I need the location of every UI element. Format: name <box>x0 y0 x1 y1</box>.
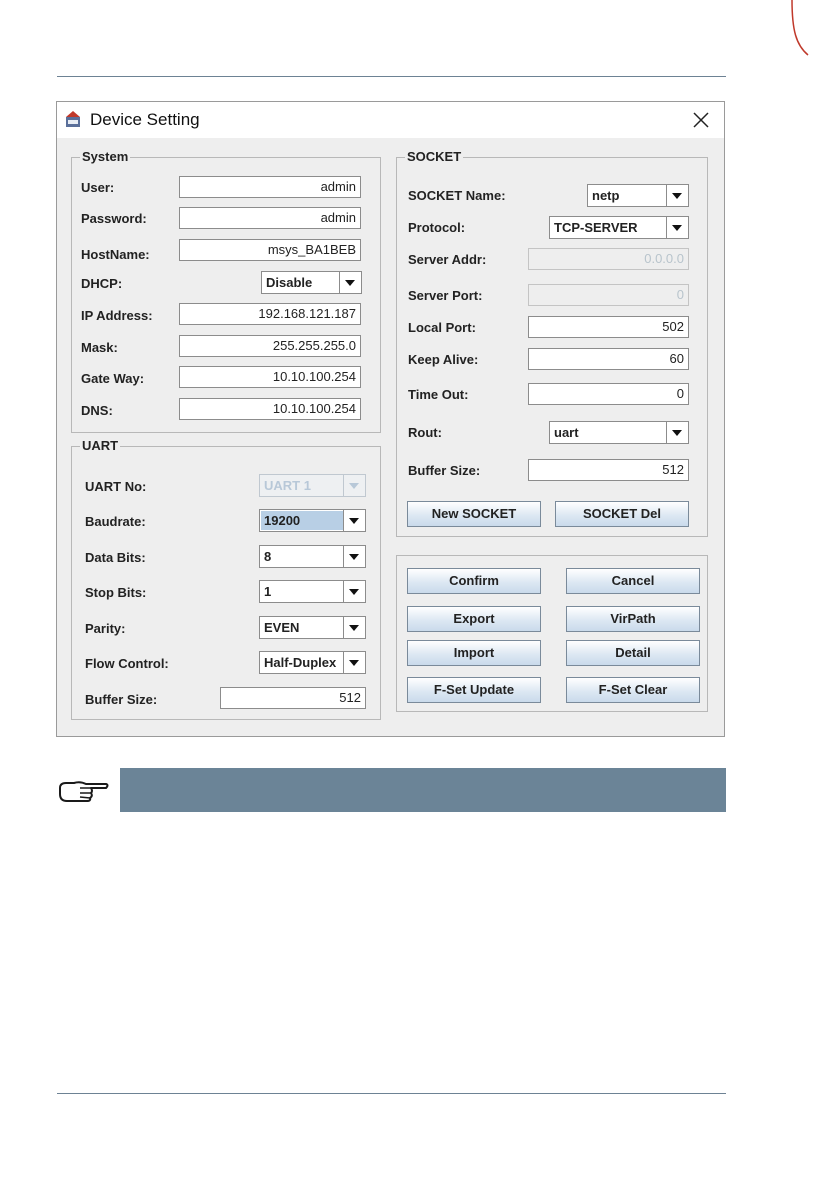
data-bits-select[interactable]: 8 <box>259 545 366 568</box>
chevron-down-icon[interactable] <box>666 422 688 443</box>
uart-group-title: UART <box>80 438 121 454</box>
stop-bits-value: 1 <box>264 584 272 599</box>
time-out-label: Time Out: <box>408 387 469 402</box>
flow-control-value: Half-Duplex <box>264 655 337 670</box>
user-field[interactable]: admin <box>179 176 361 198</box>
detail-button[interactable]: Detail <box>566 640 700 666</box>
socket-name-select[interactable]: netp <box>587 184 689 207</box>
ip-field[interactable]: 192.168.121.187 <box>179 303 361 325</box>
import-button[interactable]: Import <box>407 640 541 666</box>
local-port-field[interactable]: 502 <box>528 316 689 338</box>
dhcp-value: Disable <box>266 275 313 290</box>
data-bits-value: 8 <box>264 549 272 564</box>
chevron-down-icon[interactable] <box>666 217 688 238</box>
baudrate-label: Baudrate: <box>85 514 146 529</box>
flow-control-select[interactable]: Half-Duplex <box>259 651 366 674</box>
rout-value: uart <box>554 425 579 440</box>
keep-alive-label: Keep Alive: <box>408 352 479 367</box>
server-addr-label: Server Addr: <box>408 252 487 267</box>
dns-label: DNS: <box>81 403 113 418</box>
socket-name-value: netp <box>592 188 620 203</box>
chevron-down-icon <box>343 475 365 496</box>
password-label: Password: <box>81 211 147 226</box>
title-bar: Device Setting <box>57 102 724 138</box>
pointing-hand-icon <box>59 781 109 802</box>
socket-group-title: SOCKET <box>405 149 464 165</box>
stop-bits-select[interactable]: 1 <box>259 580 366 603</box>
flow-control-label: Flow Control: <box>85 656 169 671</box>
socket-name-label: SOCKET Name: <box>408 188 506 203</box>
gateway-label: Gate Way: <box>81 371 145 386</box>
socket-buffer-size-field[interactable]: 512 <box>528 459 689 481</box>
socket-buffer-size-label: Buffer Size: <box>408 463 481 478</box>
hostname-field[interactable]: msys_BA1BEB <box>179 239 361 261</box>
system-group-title: System <box>80 149 131 165</box>
new-socket-button[interactable]: New SOCKET <box>407 501 541 527</box>
chevron-down-icon[interactable] <box>666 185 688 206</box>
baudrate-select[interactable]: 19200 <box>259 509 366 532</box>
chevron-down-icon[interactable] <box>343 617 365 638</box>
ip-label: IP Address: <box>81 308 153 323</box>
uart-buffer-size-field[interactable]: 512 <box>220 687 366 709</box>
time-out-field[interactable]: 0 <box>528 383 689 405</box>
chevron-down-icon[interactable] <box>343 546 365 567</box>
parity-select[interactable]: EVEN <box>259 616 366 639</box>
window-title: Device Setting <box>90 110 200 129</box>
local-port-label: Local Port: <box>408 320 476 335</box>
parity-label: Parity: <box>85 621 126 636</box>
mask-field[interactable]: 255.255.255.0 <box>179 335 361 357</box>
cancel-button[interactable]: Cancel <box>566 568 700 594</box>
uart-no-label: UART No: <box>85 479 147 494</box>
uart-no-value: UART 1 <box>264 478 311 493</box>
device-setting-dialog: Device Setting System User: admin Passwo… <box>56 101 725 737</box>
export-button[interactable]: Export <box>407 606 541 632</box>
dhcp-select[interactable]: Disable <box>261 271 362 294</box>
server-port-label: Server Port: <box>408 288 483 303</box>
bottom-rule <box>57 1093 726 1094</box>
chevron-down-icon[interactable] <box>339 272 361 293</box>
rout-label: Rout: <box>408 425 442 440</box>
server-port-field: 0 <box>528 284 689 306</box>
uart-buffer-size-label: Buffer Size: <box>85 692 158 707</box>
protocol-label: Protocol: <box>408 220 466 235</box>
page-corner-mark <box>791 0 809 56</box>
socket-del-button[interactable]: SOCKET Del <box>555 501 689 527</box>
uart-no-select: UART 1 <box>259 474 366 497</box>
system-group: System User: admin Password: admin HostN… <box>71 149 381 433</box>
server-addr-field: 0.0.0.0 <box>528 248 689 270</box>
hostname-label: HostName: <box>81 247 150 262</box>
chevron-down-icon[interactable] <box>343 652 365 673</box>
virpath-button[interactable]: VirPath <box>566 606 700 632</box>
top-rule <box>57 76 726 77</box>
fset-clear-button[interactable]: F-Set Clear <box>566 677 700 703</box>
rout-select[interactable]: uart <box>549 421 689 444</box>
baudrate-value: 19200 <box>261 511 343 530</box>
dns-field[interactable]: 10.10.100.254 <box>179 398 361 420</box>
socket-group: SOCKET SOCKET Name: netp Protocol: TCP-S… <box>396 149 708 537</box>
user-label: User: <box>81 180 115 195</box>
keep-alive-field[interactable]: 60 <box>528 348 689 370</box>
actions-group: Confirm Cancel Export VirPath Import Det… <box>396 555 708 712</box>
uart-group: UART UART No: UART 1 Baudrate: 19200 Dat… <box>71 438 381 720</box>
password-field[interactable]: admin <box>179 207 361 229</box>
stop-bits-label: Stop Bits: <box>85 585 147 600</box>
close-icon[interactable] <box>689 108 713 132</box>
dhcp-label: DHCP: <box>81 276 123 291</box>
chevron-down-icon[interactable] <box>343 510 365 531</box>
mask-label: Mask: <box>81 340 118 355</box>
gateway-field[interactable]: 10.10.100.254 <box>179 366 361 388</box>
protocol-select[interactable]: TCP-SERVER <box>549 216 689 239</box>
data-bits-label: Data Bits: <box>85 550 146 565</box>
parity-value: EVEN <box>264 620 300 635</box>
fset-update-button[interactable]: F-Set Update <box>407 677 541 703</box>
note-bar <box>120 768 726 812</box>
chevron-down-icon[interactable] <box>343 581 365 602</box>
confirm-button[interactable]: Confirm <box>407 568 541 594</box>
app-icon <box>66 111 80 127</box>
protocol-value: TCP-SERVER <box>554 220 638 235</box>
